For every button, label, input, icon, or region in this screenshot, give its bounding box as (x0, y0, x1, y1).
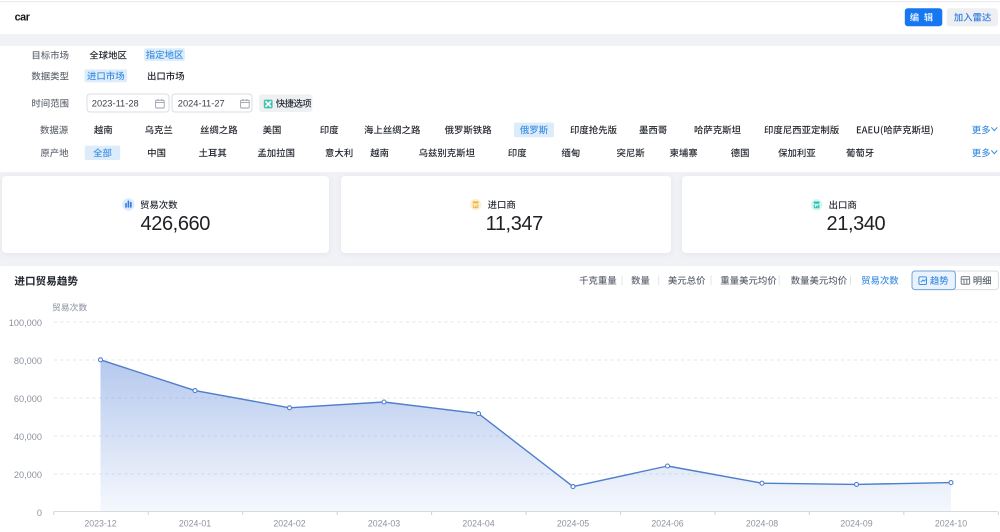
svg-text:2024-06: 2024-06 (651, 519, 683, 529)
svg-text:2024-02: 2024-02 (273, 519, 305, 529)
svg-text:20,000: 20,000 (14, 470, 42, 480)
svg-text:100,000: 100,000 (9, 318, 42, 328)
svg-text:2024-03: 2024-03 (368, 519, 400, 529)
svg-text:2024-04: 2024-04 (462, 519, 494, 529)
svg-text:2024-08: 2024-08 (746, 519, 778, 529)
svg-text:2023-12: 2023-12 (84, 519, 116, 529)
svg-text:21,340: 21,340 (827, 213, 886, 235)
svg-text:426,660: 426,660 (141, 213, 211, 235)
svg-text:2024-05: 2024-05 (557, 519, 589, 529)
svg-text:40,000: 40,000 (14, 432, 42, 442)
svg-text:11,347: 11,347 (486, 213, 544, 235)
svg-text:car: car (15, 12, 31, 24)
svg-text:2024-11-27: 2024-11-27 (178, 99, 225, 109)
svg-text:60,000: 60,000 (14, 394, 42, 404)
svg-text:2024-10: 2024-10 (935, 519, 967, 529)
svg-text:0: 0 (37, 508, 42, 518)
svg-text:2024-09: 2024-09 (840, 519, 872, 529)
svg-text:80,000: 80,000 (14, 356, 42, 366)
svg-text:2023-11-28: 2023-11-28 (92, 99, 139, 109)
svg-text:2024-01: 2024-01 (179, 519, 211, 529)
